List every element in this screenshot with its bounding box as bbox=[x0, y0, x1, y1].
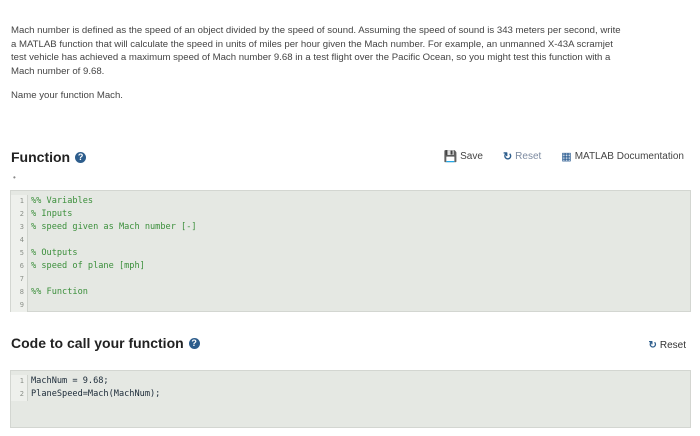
call-section-title: Code to call your function ? bbox=[11, 335, 200, 351]
documentation-label: MATLAB Documentation bbox=[574, 151, 684, 162]
call-title-text: Code to call your function bbox=[11, 335, 184, 351]
code-line: 2 PlaneSpeed=Mach(MachNum); bbox=[11, 388, 690, 401]
function-title-text: Function bbox=[11, 149, 71, 165]
line-number: 3 bbox=[11, 221, 27, 234]
code-line: 1%% Variables bbox=[11, 195, 690, 208]
documentation-icon: ▦ bbox=[561, 151, 572, 163]
code-text: MachNum = 9.68; bbox=[27, 375, 109, 388]
code-line: 7 bbox=[11, 273, 690, 286]
code-text: %% Function bbox=[27, 286, 88, 299]
line-number: 7 bbox=[11, 273, 27, 286]
code-text bbox=[27, 234, 31, 247]
code-line: 2% Inputs bbox=[11, 208, 690, 221]
save-label: Save bbox=[460, 151, 483, 162]
code-text: % speed given as Mach number [-] bbox=[27, 221, 197, 234]
matlab-documentation-button[interactable]: ▦ MATLAB Documentation bbox=[561, 150, 684, 163]
code-line: 9 bbox=[11, 299, 690, 312]
problem-line: Mach number is defined as the speed of a… bbox=[11, 25, 621, 36]
reset-label: Reset bbox=[515, 151, 542, 162]
line-number: 8 bbox=[11, 286, 27, 299]
line-number: 4 bbox=[11, 234, 27, 247]
problem-statement: Mach number is defined as the speed of a… bbox=[11, 24, 691, 78]
code-line: 4 bbox=[11, 234, 690, 247]
code-line: 3% speed given as Mach number [-] bbox=[11, 221, 690, 234]
line-number: 6 bbox=[11, 260, 27, 273]
info-icon[interactable]: ? bbox=[188, 337, 200, 349]
function-section-title: Function ? bbox=[11, 149, 87, 165]
call-reset-button[interactable]: ↻ Reset bbox=[648, 340, 686, 351]
reset-icon: ↻ bbox=[502, 151, 513, 163]
code-line: 8%% Function bbox=[11, 286, 690, 299]
save-button[interactable]: 💾 Save bbox=[443, 150, 483, 163]
function-name-instruction: Name your function Mach. bbox=[11, 90, 123, 101]
info-icon[interactable]: ? bbox=[75, 151, 87, 163]
code-text: % Outputs bbox=[27, 247, 78, 260]
code-line: 6% speed of plane [mph] bbox=[11, 260, 690, 273]
code-text bbox=[27, 273, 31, 286]
code-line: 5% Outputs bbox=[11, 247, 690, 260]
line-number: 2 bbox=[11, 388, 27, 401]
save-icon: 💾 bbox=[443, 151, 458, 163]
code-text bbox=[27, 299, 31, 312]
line-number: 1 bbox=[11, 375, 27, 388]
problem-line: Mach number of 9.68. bbox=[11, 65, 105, 77]
code-text: % speed of plane [mph] bbox=[27, 260, 145, 273]
code-text: % Inputs bbox=[27, 208, 72, 221]
line-number: 9 bbox=[11, 299, 27, 312]
call-code-editor[interactable]: 1 MachNum = 9.68; 2 PlaneSpeed=Mach(MachNu… bbox=[10, 370, 691, 428]
line-number: 5 bbox=[11, 247, 27, 260]
call-reset-label: Reset bbox=[659, 340, 686, 351]
code-line: 1 MachNum = 9.68; bbox=[11, 375, 690, 388]
reset-icon: ↻ bbox=[648, 340, 657, 351]
reset-button[interactable]: ↻ Reset bbox=[503, 150, 541, 163]
problem-line: a MATLAB function that will calculate th… bbox=[11, 38, 613, 50]
code-text: %% Variables bbox=[27, 195, 93, 208]
line-number: 2 bbox=[11, 208, 27, 221]
code-text: PlaneSpeed=Mach(MachNum); bbox=[27, 388, 160, 401]
function-code-editor[interactable]: 1%% Variables 2% Inputs 3% speed given a… bbox=[10, 190, 691, 312]
problem-line: test vehicle has achieved a maximum spee… bbox=[11, 52, 611, 63]
cursor-marker: • bbox=[13, 173, 16, 182]
line-number: 1 bbox=[11, 195, 27, 208]
function-toolbar: 💾 Save ↻ Reset ▦ MATLAB Documentation bbox=[443, 150, 684, 163]
